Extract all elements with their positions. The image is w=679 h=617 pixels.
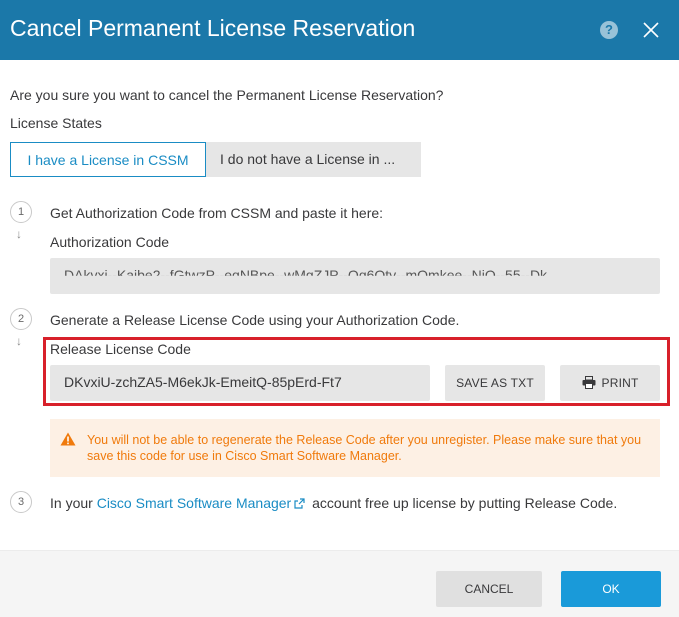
ok-button[interactable]: OK: [561, 571, 661, 607]
step-1-text: Get Authorization Code from CSSM and pas…: [50, 205, 384, 221]
authorization-code-label: Authorization Code: [50, 234, 170, 250]
step-2-number: 2: [10, 308, 32, 330]
step-3-suffix: account free up license by putting Relea…: [308, 495, 618, 511]
step-2-arrow-icon: ↓: [16, 334, 22, 348]
step-3-number: 3: [10, 491, 32, 513]
warning-banner: You will not be able to regenerate the R…: [50, 419, 660, 477]
warning-icon: [60, 432, 76, 446]
cancel-button[interactable]: CANCEL: [436, 571, 542, 607]
step-3-prefix: In your: [50, 495, 97, 511]
step-3-text: In your Cisco Smart Software Manager acc…: [50, 495, 617, 511]
authorization-code-input[interactable]: DAkvxi--Kaibe2--fGtwzP--eqNBpe--wMgZJP--…: [50, 258, 660, 294]
step-2-text: Generate a Release License Code using yo…: [50, 312, 460, 328]
release-code-field[interactable]: DKvxiU-zchZA5-M6ekJk-EmeitQ-85pErd-Ft7: [50, 365, 430, 401]
authorization-code-value: DAkvxi--Kaibe2--fGtwzP--eqNBpe--wMgZJP--…: [64, 267, 548, 283]
cancel-reservation-dialog: Cancel Permanent License Reservation ? A…: [0, 0, 679, 617]
printer-icon: [582, 375, 595, 389]
help-icon[interactable]: ?: [600, 21, 618, 39]
release-code-label: Release License Code: [50, 341, 191, 357]
save-as-txt-button[interactable]: SAVE AS TXT: [445, 365, 545, 401]
license-states-label: License States: [10, 115, 102, 131]
dialog-header: Cancel Permanent License Reservation ?: [0, 0, 679, 60]
release-code-value: DKvxiU-zchZA5-M6ekJk-EmeitQ-85pErd-Ft7: [64, 374, 342, 390]
print-button-label: PRINT: [601, 376, 639, 390]
step-1-number: 1: [10, 201, 32, 223]
print-button[interactable]: PRINT: [560, 365, 660, 401]
close-icon[interactable]: [642, 21, 660, 39]
cssm-link[interactable]: Cisco Smart Software Manager: [97, 495, 292, 511]
dialog-title: Cancel Permanent License Reservation: [10, 15, 416, 41]
external-link-icon[interactable]: [294, 498, 305, 509]
confirmation-question: Are you sure you want to cancel the Perm…: [10, 87, 444, 103]
step-1-arrow-icon: ↓: [16, 227, 22, 241]
tab-have-license[interactable]: I have a License in CSSM: [10, 142, 206, 177]
tab-no-license[interactable]: I do not have a License in ...: [206, 142, 421, 177]
warning-text: You will not be able to regenerate the R…: [87, 433, 642, 463]
